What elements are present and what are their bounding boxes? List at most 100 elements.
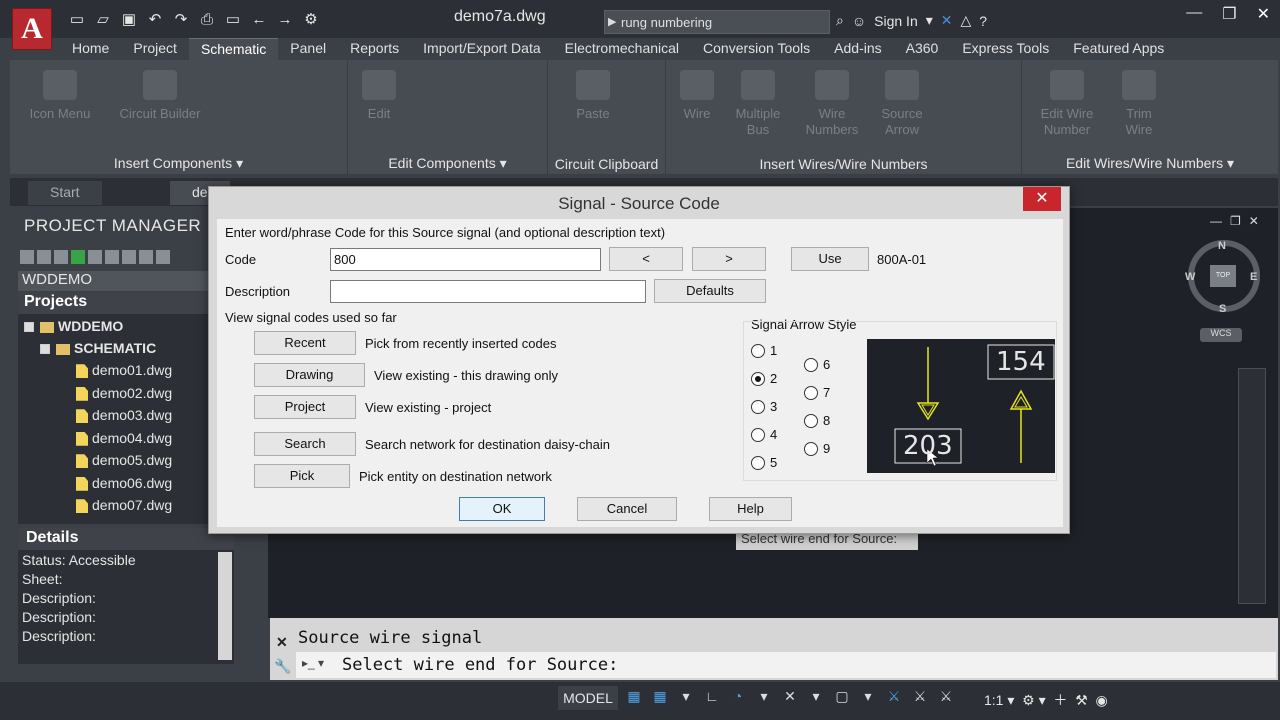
drawing-button[interactable]: Drawing <box>254 363 365 387</box>
restore-icon[interactable]: ❐ <box>1230 214 1241 228</box>
ribbon-tab-express-tools[interactable]: Express Tools <box>950 38 1061 60</box>
ribbon-tab-electromechanical[interactable]: Electromechanical <box>553 38 691 60</box>
command-prompt-icon[interactable]: ▸_ ▾ <box>302 656 324 670</box>
command-input[interactable]: ▸_ ▾ Select wire end for Source: <box>296 652 1276 678</box>
task-list-icon[interactable] <box>139 250 153 264</box>
arrow-style-radio-3[interactable]: 3 <box>751 399 777 414</box>
radio-dot[interactable] <box>804 441 818 456</box>
application-menu-button[interactable]: A <box>12 8 52 50</box>
navigation-bar[interactable] <box>1238 368 1266 604</box>
ribbon-tab-conversion-tools[interactable]: Conversion Tools <box>691 38 822 60</box>
tree-project-wddemo[interactable]: WDDEMO <box>24 318 123 334</box>
tree-file[interactable]: demo04.dwg <box>76 430 172 446</box>
open-icon[interactable]: ▱ <box>92 9 114 31</box>
visibility-icon[interactable]: ⚔ <box>912 688 928 704</box>
radio-dot[interactable] <box>751 455 765 470</box>
arrow-style-radio-7[interactable]: 7 <box>804 385 830 400</box>
new-project-icon[interactable] <box>37 250 51 264</box>
ribbon-tab-reports[interactable]: Reports <box>338 38 411 60</box>
back-arrow-icon[interactable]: ← <box>248 9 270 31</box>
help-icon[interactable]: ? <box>979 13 987 29</box>
viewcube-top[interactable]: TOP <box>1210 265 1236 287</box>
close-icon[interactable]: ✕ <box>276 634 288 651</box>
project-properties-icon[interactable] <box>88 250 102 264</box>
annotation-icon[interactable]: ⚔ <box>886 688 902 704</box>
restore-icon[interactable]: ❐ <box>1222 4 1236 24</box>
sign-in-label[interactable]: Sign In <box>874 13 918 29</box>
ribbon-tab-featured-apps[interactable]: Featured Apps <box>1061 38 1176 60</box>
osnap-icon[interactable]: ✕ <box>782 688 798 704</box>
radio-dot[interactable] <box>751 371 765 386</box>
ribbon-tab-schematic[interactable]: Schematic <box>188 38 279 60</box>
binoculars-icon[interactable]: ⌕ <box>836 12 844 29</box>
scale-icon[interactable]: ⚔ <box>938 688 954 704</box>
tree-file[interactable]: demo06.dwg <box>76 475 172 491</box>
arrow-style-radio-2[interactable]: 2 <box>751 371 777 386</box>
ribbon-tab-a360[interactable]: A360 <box>894 38 951 60</box>
drawing-list-icon[interactable] <box>105 250 119 264</box>
tree-folder-schematic[interactable]: SCHEMATIC <box>40 340 156 356</box>
ribbon-tab-add-ins[interactable]: Add-ins <box>822 38 893 60</box>
radio-dot[interactable] <box>751 427 765 442</box>
polar-icon[interactable]: ◔ <box>730 688 746 704</box>
forward-arrow-icon[interactable]: → <box>274 9 296 31</box>
edit-button[interactable]: Edit <box>354 70 404 122</box>
radio-dot[interactable] <box>804 385 818 400</box>
radio-dot[interactable] <box>804 413 818 428</box>
chevron-down-icon[interactable]: ▾ <box>860 688 876 704</box>
otrack-icon[interactable]: ▢ <box>834 688 850 704</box>
next-code-button[interactable]: > <box>692 247 766 271</box>
source-arrow-button[interactable]: Source Arrow <box>872 70 932 138</box>
close-icon[interactable]: ✕ <box>1249 214 1259 228</box>
new-icon[interactable]: ▭ <box>66 9 88 31</box>
annotation-scale[interactable]: 1:1 ▾ ⚙ ▾ ＋ ⚒ ◉ <box>984 690 1108 710</box>
code-input[interactable] <box>330 248 601 271</box>
icon-menu-button[interactable]: Icon Menu <box>20 70 100 122</box>
tree-file[interactable]: demo03.dwg <box>76 407 172 424</box>
ok-button[interactable]: OK <box>459 497 545 521</box>
wire-numbers-button[interactable]: Wire Numbers <box>802 70 862 138</box>
description-input[interactable] <box>330 280 646 303</box>
arrow-style-radio-6[interactable]: 6 <box>804 357 830 372</box>
minimize-icon[interactable]: — <box>1210 214 1222 228</box>
group-title[interactable]: Edit Components ▾ <box>348 155 547 172</box>
wrench-icon[interactable]: 🔧 <box>274 658 291 675</box>
publish-icon[interactable] <box>122 250 136 264</box>
undo-icon[interactable]: ↶ <box>144 9 166 31</box>
tree-file[interactable]: demo05.dwg <box>76 452 172 469</box>
grid-icon[interactable]: ▦ <box>626 688 642 704</box>
arrow-style-radio-1[interactable]: 1 <box>751 343 777 358</box>
a360-icon[interactable]: △ <box>961 12 972 29</box>
chevron-down-icon[interactable]: ▾ <box>926 12 933 29</box>
refresh-icon[interactable] <box>71 250 85 264</box>
radio-dot[interactable] <box>751 399 765 414</box>
trim-wire-button[interactable]: Trim Wire <box>1114 70 1164 138</box>
use-button[interactable]: Use <box>791 247 869 271</box>
chevron-down-icon[interactable]: ▾ <box>756 688 772 704</box>
cancel-button[interactable]: Cancel <box>577 497 677 521</box>
circuit-builder-button[interactable]: Circuit Builder <box>110 70 210 122</box>
arrow-style-radio-9[interactable]: 9 <box>804 441 830 456</box>
tree-file[interactable]: demo01.dwg <box>76 362 172 379</box>
recent-button[interactable]: Recent <box>254 331 356 355</box>
details-scrollbar[interactable] <box>218 552 232 660</box>
tab-start[interactable]: Start <box>28 181 102 205</box>
project-button[interactable]: Project <box>254 395 356 419</box>
dialog-close-button[interactable]: ✕ <box>1023 187 1061 211</box>
tree-file[interactable]: demo02.dwg <box>76 385 172 401</box>
help-button[interactable]: Help <box>709 497 792 521</box>
search-input[interactable] <box>621 13 825 31</box>
previous-code-button[interactable]: < <box>609 247 683 271</box>
multiple-bus-button[interactable]: Multiple Bus <box>728 70 788 138</box>
search-box[interactable]: ▶ <box>604 10 830 34</box>
defaults-button[interactable]: Defaults <box>654 279 766 303</box>
settings-icon[interactable] <box>156 250 170 264</box>
group-title[interactable]: Edit Wires/Wire Numbers ▾ <box>1022 155 1278 172</box>
paste-button[interactable]: Paste <box>568 70 618 122</box>
ortho-icon[interactable]: ∟ <box>704 688 720 704</box>
ribbon-tab-panel[interactable]: Panel <box>278 38 338 60</box>
collapse-icon[interactable] <box>24 322 34 333</box>
chevron-down-icon[interactable]: ▾ <box>678 688 694 704</box>
tree-file[interactable]: demo07.dwg <box>76 497 172 514</box>
collapse-icon[interactable] <box>40 344 50 355</box>
